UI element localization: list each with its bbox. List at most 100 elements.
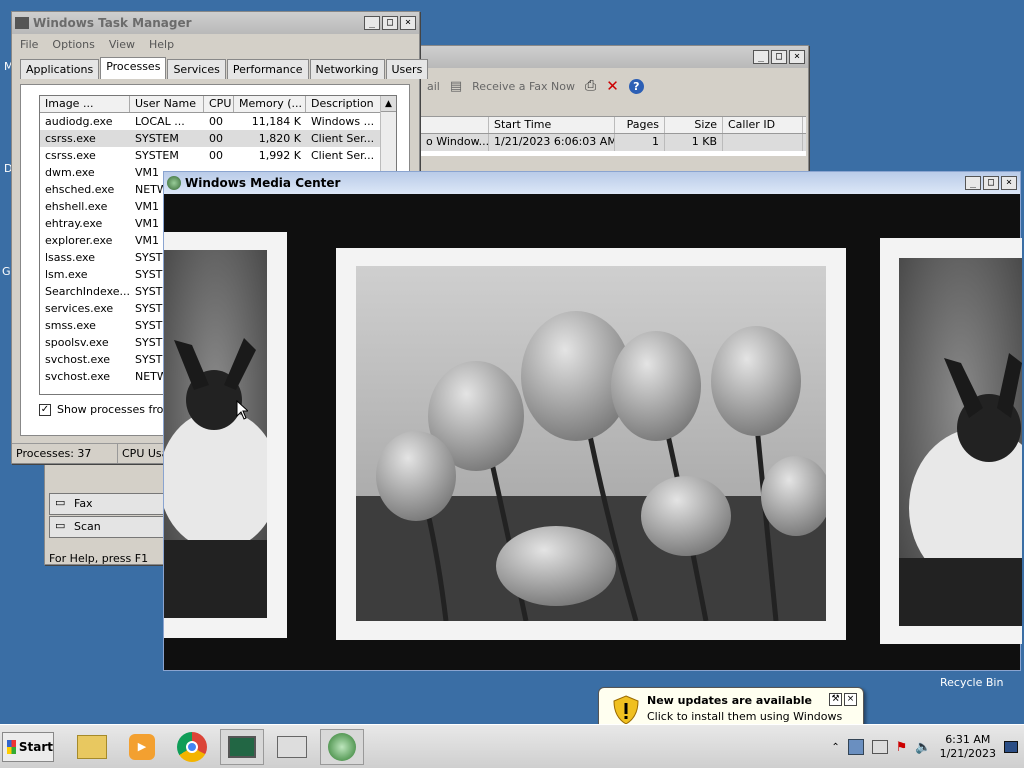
fax-nav-item[interactable]: ▭ Fax xyxy=(49,493,169,515)
tab-processes[interactable]: Processes xyxy=(100,57,167,79)
volume-icon[interactable]: 🔈 xyxy=(915,740,931,755)
menu-file[interactable]: File xyxy=(20,38,38,51)
taskbar-explorer[interactable] xyxy=(70,729,114,765)
checkbox-checked-icon[interactable]: ✓ xyxy=(39,403,51,416)
maximize-button[interactable]: □ xyxy=(382,16,398,30)
recycle-bin-label[interactable]: Recycle Bin xyxy=(940,676,1003,689)
media-center-titlebar[interactable]: Windows Media Center _ □ × xyxy=(164,172,1020,194)
process-cell: SYSTEM xyxy=(135,149,179,162)
process-cell: 1,820 K xyxy=(258,132,301,145)
process-cell: dwm.exe xyxy=(45,166,95,179)
column-header-memory[interactable]: Memory (... xyxy=(234,96,306,112)
bunny-photo-left xyxy=(164,250,267,618)
column-header-cpu[interactable]: CPU xyxy=(204,96,234,112)
help-icon[interactable]: ? xyxy=(628,78,644,94)
notification-title: New updates are available xyxy=(647,694,812,707)
minimize-button[interactable]: _ xyxy=(364,16,380,30)
process-cell: csrss.exe xyxy=(45,132,96,145)
process-cell: SearchIndexe... xyxy=(45,285,130,298)
fax-list: Start Time Pages Size Caller ID o Window… xyxy=(421,116,806,156)
tab-services[interactable]: Services xyxy=(167,59,226,79)
column-header-description[interactable]: Description xyxy=(306,96,386,112)
taskbar-task-manager[interactable] xyxy=(220,728,264,765)
windows-update-icon[interactable] xyxy=(847,739,864,755)
tab-performance[interactable]: Performance xyxy=(226,59,309,79)
minimize-button[interactable]: _ xyxy=(965,176,981,190)
start-button[interactable]: Start xyxy=(2,731,54,762)
column-header-start-time[interactable]: Start Time xyxy=(489,117,615,133)
process-row[interactable]: csrss.exe SYSTEM 00 1,992 K Client Ser... xyxy=(40,147,396,164)
column-header[interactable] xyxy=(421,117,489,133)
process-cell: LOCAL ... xyxy=(135,115,185,128)
column-header-image[interactable]: Image ... xyxy=(40,96,130,112)
column-header-pages[interactable]: Pages xyxy=(615,117,665,133)
process-cell: Windows ... xyxy=(311,115,375,128)
close-button[interactable]: × xyxy=(400,16,416,30)
scroll-up-icon[interactable]: ▲ xyxy=(381,96,396,112)
media-center-window: Windows Media Center _ □ × xyxy=(163,171,1022,671)
scan-nav-label: Scan xyxy=(74,520,101,533)
task-manager-titlebar[interactable]: Windows Task Manager _ □ × xyxy=(12,12,419,34)
scan-nav-item[interactable]: ▭ Scan xyxy=(49,516,169,538)
process-cell: spoolsv.exe xyxy=(45,336,109,349)
window-title: Windows Task Manager xyxy=(33,16,192,30)
slideshow-canvas[interactable] xyxy=(164,194,1022,670)
menu-options[interactable]: Options xyxy=(52,38,94,51)
fax-nav-label: Fax xyxy=(74,497,93,510)
close-button[interactable]: × xyxy=(1001,176,1017,190)
maximize-button[interactable]: □ xyxy=(983,176,999,190)
minimize-button[interactable]: _ xyxy=(753,50,769,64)
taskbar-chrome[interactable] xyxy=(170,729,214,765)
desktop-icon-label[interactable]: G xyxy=(2,265,11,278)
process-cell: 00 xyxy=(209,149,223,162)
photo-frame-center[interactable] xyxy=(336,248,846,640)
process-row[interactable]: csrss.exe SYSTEM 00 1,820 K Client Ser... xyxy=(40,130,396,147)
receive-fax-icon: ▤ xyxy=(449,78,463,94)
column-header-caller-id[interactable]: Caller ID xyxy=(723,117,803,133)
media-player-icon: ▶ xyxy=(129,733,155,760)
taskbar-media-center[interactable] xyxy=(320,728,364,765)
process-cell: ehshell.exe xyxy=(45,200,108,213)
maximize-button[interactable]: □ xyxy=(771,50,787,64)
photo-frame-right[interactable] xyxy=(880,238,1022,644)
fax-row[interactable]: o Window... 1/21/2023 6:06:03 AM 1 1 KB xyxy=(421,134,806,151)
fax-icon: ▭ xyxy=(55,496,66,509)
wrench-icon[interactable]: ⚒ xyxy=(829,693,842,706)
process-row[interactable]: audiodg.exe LOCAL ... 00 11,184 K Windows ..… xyxy=(40,113,396,130)
taskbar-media-player[interactable]: ▶ xyxy=(120,729,164,765)
process-cell: Client Ser... xyxy=(311,132,375,145)
status-text: For Help, press F1 xyxy=(49,552,149,565)
clock[interactable]: 6:31 AM 1/21/2023 xyxy=(940,733,996,761)
process-cell: ehtray.exe xyxy=(45,217,103,230)
windows-logo-icon xyxy=(7,739,16,754)
fax-cell xyxy=(723,134,803,151)
tab-applications[interactable]: Applications xyxy=(20,59,100,79)
process-cell: svchost.exe xyxy=(45,353,111,366)
photo-frame-left[interactable] xyxy=(164,232,287,638)
action-center-icon[interactable]: ⚑ xyxy=(896,740,908,755)
menu-view[interactable]: View xyxy=(109,38,135,51)
media-center-icon xyxy=(328,732,356,761)
system-tray: ⌃ ⚑ 🔈 6:31 AM 1/21/2023 xyxy=(831,725,1024,768)
delete-icon[interactable]: ✕ xyxy=(606,77,619,95)
shield-warning-icon xyxy=(613,695,639,725)
menu-help[interactable]: Help xyxy=(149,38,174,51)
taskbar-fax-scan[interactable] xyxy=(270,729,314,765)
close-icon[interactable]: × xyxy=(844,693,857,706)
process-cell: smss.exe xyxy=(45,319,96,332)
tab-users[interactable]: Users xyxy=(385,59,429,79)
print-icon[interactable]: ⎙ xyxy=(585,78,596,94)
column-header-user[interactable]: User Name xyxy=(130,96,204,112)
fax-toolbar-email[interactable]: ail xyxy=(427,80,440,93)
close-button[interactable]: × xyxy=(789,50,805,64)
process-cell: svchost.exe xyxy=(45,370,111,383)
column-header-size[interactable]: Size xyxy=(665,117,723,133)
network-icon[interactable] xyxy=(871,740,888,754)
receive-fax-button[interactable]: Receive a Fax Now xyxy=(472,80,575,93)
process-cell: lsm.exe xyxy=(45,268,88,281)
show-hidden-icons-icon[interactable]: ⌃ xyxy=(831,742,839,753)
tab-networking[interactable]: Networking xyxy=(309,59,385,79)
mouse-cursor-icon xyxy=(236,400,248,420)
show-desktop-icon[interactable] xyxy=(1004,741,1018,753)
fax-cell: o Window... xyxy=(421,134,489,151)
